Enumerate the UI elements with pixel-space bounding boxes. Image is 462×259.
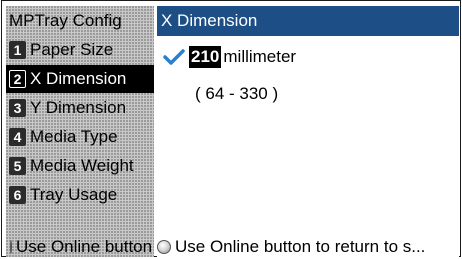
valid-range: ( 64 - 330 ) (195, 84, 279, 103)
detail-title: X Dimension (157, 6, 459, 36)
menu-footer-text: Use Online button to return to s... (16, 237, 154, 256)
detail-footer-text: Use Online button to return to s... (175, 237, 426, 256)
menu-item-label: Media Type (30, 127, 118, 146)
menu-number-badge: 1 (9, 41, 26, 59)
menu-item-paper-size[interactable]: 1 Paper Size (6, 36, 154, 64)
menu-item-label: Media Weight (30, 156, 134, 175)
menu-title: MPTray Config (9, 11, 122, 30)
menu-item-label: X Dimension (30, 69, 127, 88)
menu-item-media-type[interactable]: 4 Media Type (6, 123, 154, 151)
menu-number-badge: 3 (9, 99, 26, 117)
menu-item-x-dimension[interactable]: 2 X Dimension (6, 65, 154, 93)
menu-panel: MPTray Config 1 Paper Size 2 X Dimension… (6, 6, 154, 257)
detail-footer-hint: Use Online button to return to s... (157, 237, 459, 257)
x-dimension-value-row[interactable]: 210 millimeter (163, 46, 296, 68)
menu-item-label: Paper Size (30, 40, 114, 59)
menu-item-media-weight[interactable]: 5 Media Weight (6, 152, 154, 180)
online-button-icon (157, 240, 171, 254)
menu-item-y-dimension[interactable]: 3 Y Dimension (6, 94, 154, 122)
check-icon (163, 49, 185, 65)
menu-number-badge: 5 (9, 157, 26, 175)
menu-footer-hint: Use Online button to return to s... (6, 237, 154, 257)
menu-item-label: Y Dimension (30, 98, 127, 117)
menu-number-badge: 2 (9, 70, 26, 88)
unit-label: millimeter (223, 47, 297, 66)
x-dimension-value[interactable]: 210 (189, 46, 222, 68)
menu-item-tray-usage[interactable]: 6 Tray Usage (6, 181, 154, 209)
menu-number-badge: 4 (9, 128, 26, 146)
menu-number-badge: 6 (9, 186, 26, 204)
online-button-icon (10, 240, 12, 254)
menu-item-label: Tray Usage (30, 185, 118, 204)
detail-panel: X Dimension 210 millimeter ( 64 - 330 ) … (157, 6, 459, 257)
